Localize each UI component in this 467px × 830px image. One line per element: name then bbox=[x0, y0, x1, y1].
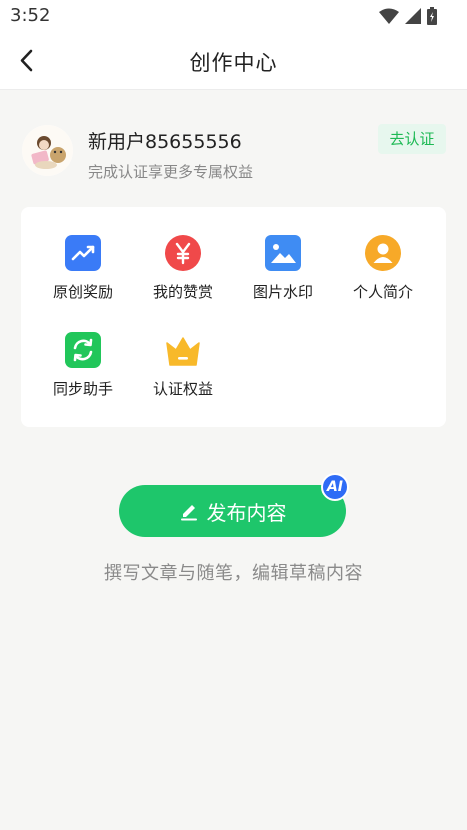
image-icon bbox=[265, 235, 301, 271]
publish-button[interactable]: 发布内容 bbox=[119, 485, 346, 537]
trend-icon bbox=[65, 235, 101, 271]
status-bar: 3:52 bbox=[0, 0, 467, 32]
page-title: 创作中心 bbox=[189, 51, 278, 75]
username: 新用户85655556 bbox=[88, 131, 242, 153]
crown-icon bbox=[166, 337, 200, 366]
tool-label: 认证权益 bbox=[152, 380, 213, 398]
status-icons bbox=[379, 7, 437, 25]
publish-hint: 撰写文章与随笔，编辑草稿内容 bbox=[104, 563, 363, 584]
ai-badge: AI bbox=[321, 473, 349, 501]
battery-icon bbox=[427, 7, 437, 25]
tools-card: 原创奖励 我的赞赏 图片水印 个人简介 同步助手 认证权益 bbox=[21, 207, 446, 427]
avatar-image bbox=[22, 125, 73, 176]
verify-button[interactable]: 去认证 bbox=[378, 124, 446, 154]
profile-section: 新用户85655556 完成认证享更多专属权益 去认证 bbox=[22, 124, 446, 183]
tool-label: 个人简介 bbox=[352, 283, 413, 301]
tool-label: 同步助手 bbox=[52, 380, 113, 398]
tool-verification-benefits[interactable]: 认证权益 bbox=[133, 332, 233, 412]
status-time: 3:52 bbox=[10, 5, 51, 26]
tool-image-watermark[interactable]: 图片水印 bbox=[233, 235, 333, 315]
publish-label: 发布内容 bbox=[206, 500, 287, 525]
person-icon bbox=[365, 235, 401, 271]
wifi-icon bbox=[379, 8, 399, 24]
tool-label: 图片水印 bbox=[252, 283, 313, 301]
tool-personal-profile[interactable]: 个人简介 bbox=[333, 235, 433, 315]
tool-label: 原创奖励 bbox=[52, 283, 113, 301]
tool-label: 我的赞赏 bbox=[152, 283, 213, 301]
tool-original-reward[interactable]: 原创奖励 bbox=[33, 235, 133, 315]
yuan-icon bbox=[165, 235, 201, 271]
tool-my-appreciation[interactable]: 我的赞赏 bbox=[133, 235, 233, 315]
sync-icon bbox=[65, 332, 101, 368]
signal-icon bbox=[405, 8, 421, 24]
tool-sync-assistant[interactable]: 同步助手 bbox=[33, 332, 133, 412]
nav-bar: 创作中心 bbox=[0, 32, 467, 90]
avatar[interactable] bbox=[22, 125, 73, 176]
edit-icon bbox=[180, 505, 197, 521]
profile-subtitle: 完成认证享更多专属权益 bbox=[88, 163, 254, 181]
